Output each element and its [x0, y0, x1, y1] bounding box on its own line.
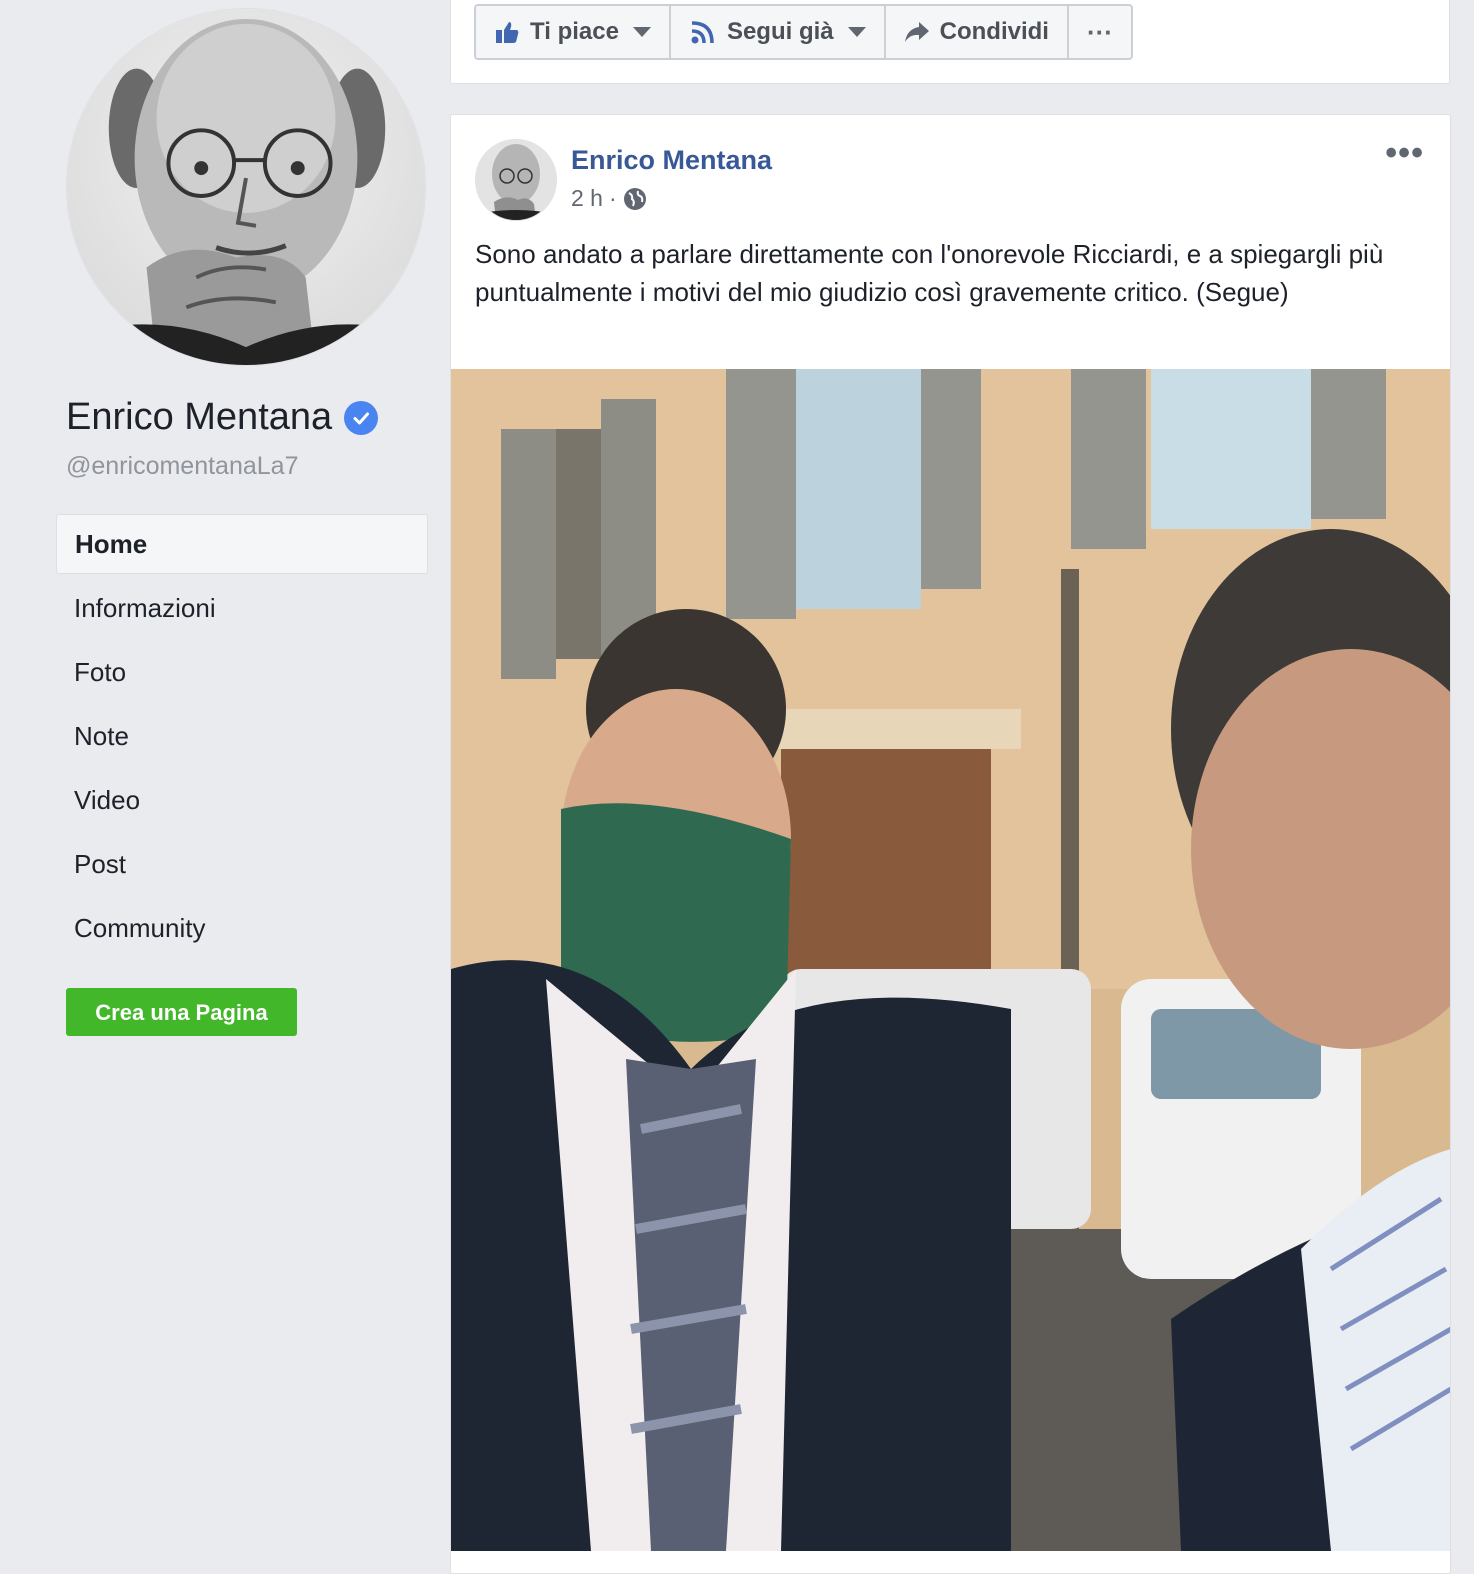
create-page-button[interactable]: Crea una Pagina [66, 988, 297, 1036]
post-options-button[interactable]: ••• [1385, 136, 1424, 170]
more-icon: ··· [1086, 16, 1113, 47]
nav-item-video[interactable]: Video [56, 770, 428, 830]
nav-item-post[interactable]: Post [56, 834, 428, 894]
post-photo[interactable] [451, 369, 1450, 1551]
post-card: Enrico Mentana 2 h · ••• Sono andato a p… [450, 114, 1451, 1574]
like-label: Ti piace [530, 18, 619, 45]
share-button[interactable]: Condividi [886, 6, 1069, 58]
post-timestamp[interactable]: 2 h [571, 185, 603, 212]
rss-icon [691, 21, 714, 44]
nav-item-home[interactable]: Home [56, 514, 428, 574]
post-author-name[interactable]: Enrico Mentana [571, 145, 772, 176]
profile-picture[interactable] [66, 8, 426, 366]
page-name-text: Enrico Mentana [66, 396, 333, 438]
chevron-down-icon [847, 27, 866, 37]
page-handle: @enricomentanaLa7 [66, 452, 299, 480]
like-button[interactable]: Ti piace [476, 6, 671, 58]
globe-icon [623, 187, 646, 210]
post-meta: 2 h · [571, 185, 647, 212]
page-actions: Ti piace Segui già Condividi ··· [474, 4, 1133, 60]
page-nav: Home Informazioni Foto Note Video Post C… [56, 514, 428, 962]
post-author-avatar[interactable] [475, 139, 557, 221]
nav-item-community[interactable]: Community [56, 898, 428, 958]
nav-item-foto[interactable]: Foto [56, 642, 428, 702]
follow-button[interactable]: Segui già [671, 6, 886, 58]
thumbs-up-icon [496, 22, 519, 43]
follow-label: Segui già [726, 18, 834, 45]
nav-item-informazioni[interactable]: Informazioni [56, 578, 428, 638]
share-arrow-icon [904, 22, 929, 42]
post-text: Sono andato a parlare direttamente con l… [475, 239, 1384, 307]
share-label: Condividi [939, 18, 1049, 45]
verified-badge-icon [344, 400, 379, 435]
page-title: Enrico Mentana [66, 396, 379, 439]
meta-separator: · [608, 185, 617, 211]
chevron-down-icon [632, 27, 651, 37]
nav-item-note[interactable]: Note [56, 706, 428, 766]
more-actions-button[interactable]: ··· [1069, 6, 1131, 58]
